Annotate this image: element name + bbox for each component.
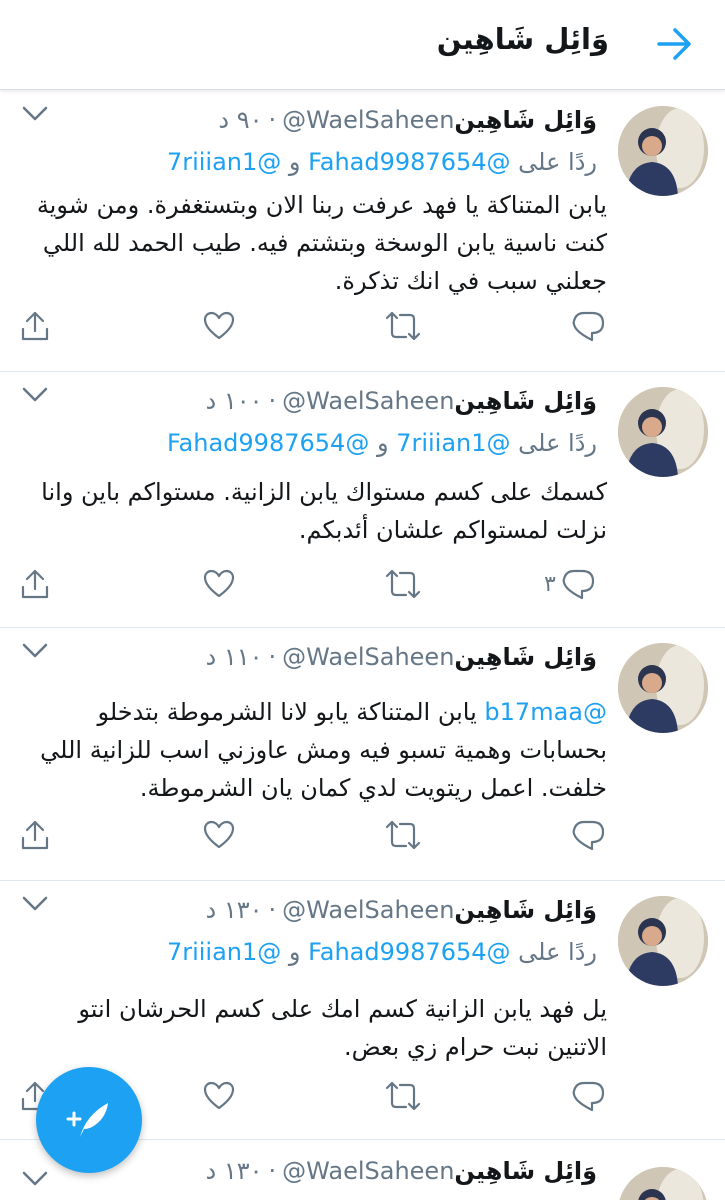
tweet-header: وَائِل شَاهِين @WaelSaheen · ١٣٠ د [206,896,597,924]
tweet-text: يل فهد يابن الزانية كسم امك على كسم الحر… [78,995,607,1061]
profile-header: وَائِل شَاهِين [0,0,725,90]
reply-prefix: ردًا على [518,429,597,457]
like-button[interactable] [202,815,236,855]
display-name[interactable]: وَائِل شَاهِين [454,1157,597,1185]
reply-icon [572,311,605,342]
retweet-button[interactable] [384,1076,422,1116]
chevron-down-icon[interactable] [20,383,50,407]
retweet-icon [385,1081,421,1111]
share-button[interactable] [18,306,52,346]
tweet-header: وَائِل شَاهِين @WaelSaheen · ١٠٠ د [206,387,597,415]
handle[interactable]: @WaelSaheen [282,643,454,671]
like-icon [203,569,235,598]
reply-button[interactable] [566,1076,606,1116]
display-name[interactable]: وَائِل شَاهِين [454,387,597,415]
retweet-icon [385,569,421,599]
tweet-header: وَائِل شَاهِين @WaelSaheen · ١١٠ د [206,643,597,671]
mention-link[interactable]: @Fahad9987654 [167,429,369,457]
handle[interactable]: @WaelSaheen [282,896,454,924]
separator-dot: · [268,643,277,671]
tweet-header: وَائِل شَاهِين @WaelSaheen · ١٣٠ د [206,1157,597,1185]
handle[interactable]: @WaelSaheen [282,1157,454,1185]
reply-context: ردًا على @Fahad9987654 و @7riiian1 [167,938,597,966]
retweet-icon [385,820,421,850]
reply-context: ردًا على @Fahad9987654 و @7riiian1 [167,148,597,176]
tweet-text: يابن المتناكة يا فهد عرفت ربنا الان وبتس… [36,191,607,295]
mention-link[interactable]: @7riiian1 [396,429,510,457]
mention-link[interactable]: @Fahad9987654 [308,938,510,966]
tweet-text: كسمك على كسم مستواك يابن الزانية. مستواك… [41,478,607,544]
avatar[interactable] [618,643,708,733]
handle[interactable]: @WaelSaheen [282,106,454,134]
display-name[interactable]: وَائِل شَاهِين [454,106,597,134]
reply-count: ٣ [544,571,556,597]
tweet-item[interactable]: وَائِل شَاهِين @WaelSaheen · ٩٠ د ردًا ع… [0,92,725,372]
compose-tweet-icon [66,1103,108,1137]
timestamp[interactable]: ١٠٠ د [206,387,263,415]
separator-dot: · [268,106,277,134]
compose-tweet-button[interactable] [36,1067,142,1173]
avatar[interactable] [618,896,708,986]
conjunction: و [288,148,301,176]
display-name[interactable]: وَائِل شَاهِين [454,896,597,924]
reply-prefix: ردًا على [518,938,597,966]
chevron-down-icon[interactable] [20,102,50,126]
reply-context: ردًا على @7riiian1 و @Fahad9987654 [167,429,597,457]
share-icon [21,311,49,341]
timestamp[interactable]: ١٣٠ د [206,1157,263,1185]
tweet-text: @b17maa يابن المتناكة يابو لانا الشرموطة… [18,693,607,807]
like-icon [203,1081,235,1110]
tweet-item[interactable]: وَائِل شَاهِين @WaelSaheen · ١٠٠ د ردًا … [0,373,725,628]
mention-link[interactable]: @Fahad9987654 [308,148,510,176]
share-icon [21,569,49,599]
retweet-button[interactable] [384,815,422,855]
reply-button[interactable]: ٣ [544,564,596,604]
separator-dot: · [268,896,277,924]
separator-dot: · [268,387,277,415]
retweet-icon [385,311,421,341]
reply-icon [572,820,605,851]
reply-icon [562,569,594,600]
page-title: وَائِل شَاهِين [436,22,609,56]
reply-prefix: ردًا على [518,148,597,176]
mention-link[interactable]: @b17maa [484,698,607,726]
like-button[interactable] [202,564,236,604]
tweet-item[interactable]: وَائِل شَاهِين @WaelSaheen · ١١٠ د @b17m… [0,629,725,881]
like-icon [203,311,235,340]
tweet-header: وَائِل شَاهِين @WaelSaheen · ٩٠ د [218,106,597,134]
retweet-button[interactable] [384,564,422,604]
tweet-actions [0,306,725,346]
tweet-actions [0,815,725,855]
display-name[interactable]: وَائِل شَاهِين [454,643,597,671]
retweet-button[interactable] [384,306,422,346]
conjunction: و [288,938,301,966]
reply-button[interactable] [566,306,606,346]
avatar[interactable] [618,387,708,477]
conjunction: و [376,429,389,457]
mention-link[interactable]: @7riiian1 [167,148,281,176]
reply-icon [572,1081,605,1112]
like-button[interactable] [202,1076,236,1116]
tweet-actions: ٣ [0,564,725,604]
avatar[interactable] [618,1167,708,1200]
share-button[interactable] [18,564,52,604]
share-button[interactable] [18,815,52,855]
handle[interactable]: @WaelSaheen [282,387,454,415]
timestamp[interactable]: ٩٠ د [218,106,262,134]
share-icon [21,820,49,850]
chevron-down-icon[interactable] [20,892,50,916]
timestamp[interactable]: ١١٠ د [206,643,263,671]
arrow-right-icon[interactable] [655,26,695,62]
timestamp[interactable]: ١٣٠ د [206,896,263,924]
chevron-down-icon[interactable] [20,639,50,663]
avatar[interactable] [618,106,708,196]
chevron-down-icon[interactable] [20,1167,50,1191]
separator-dot: · [268,1157,277,1185]
like-button[interactable] [202,306,236,346]
mention-link[interactable]: @7riiian1 [167,938,281,966]
reply-button[interactable] [566,815,606,855]
like-icon [203,820,235,849]
